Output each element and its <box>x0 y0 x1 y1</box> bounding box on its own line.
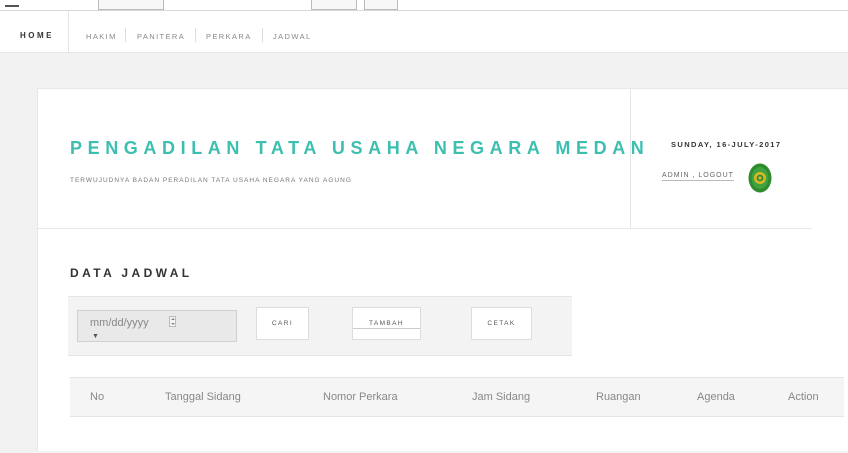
tambah-button[interactable]: TAMBAH <box>352 307 421 340</box>
top-control[interactable] <box>364 0 398 10</box>
column-header-nomor-perkara: Nomor Perkara <box>323 391 398 403</box>
jadwal-toolbar: mm/dd/yyyy ▼ CARI TAMBAH CETAK <box>68 296 572 356</box>
browser-top-strip <box>0 0 848 11</box>
nav-separator <box>262 28 263 42</box>
column-header-ruangan: Ruangan <box>596 391 641 403</box>
date-spinner-icon[interactable] <box>169 316 176 327</box>
date-filter-input[interactable]: mm/dd/yyyy ▼ <box>77 310 237 342</box>
nav-item-jadwal[interactable]: JADWAL <box>273 32 312 41</box>
nav-item-perkara[interactable]: PERKARA <box>206 32 252 41</box>
admin-logout-link[interactable]: ADMIN , LOGOUT <box>662 172 734 181</box>
column-header-jam-sidang: Jam Sidang <box>472 391 531 403</box>
menu-dash-icon <box>5 5 19 7</box>
court-emblem-icon <box>748 163 772 193</box>
nav-separator <box>125 28 126 42</box>
nav-item-hakim[interactable]: HAKIM <box>86 32 117 41</box>
header-user-panel: SUNDAY, 16-JULY-2017 ADMIN , LOGOUT <box>630 89 848 228</box>
top-navigation: HOME HAKIM PANITERA PERKARA JADWAL <box>0 11 848 53</box>
cetak-button[interactable]: CETAK <box>471 307 532 340</box>
main-card: PENGADILAN TATA USAHA NEGARA MEDAN TERWU… <box>37 88 848 451</box>
site-tagline: TERWUJUDNYA BADAN PERADILAN TATA USAHA N… <box>70 177 352 184</box>
column-header-agenda: Agenda <box>697 391 735 403</box>
date-placeholder: mm/dd/yyyy <box>90 317 149 329</box>
column-header-no: No <box>90 391 105 403</box>
table-header-row: No Tanggal Sidang Nomor Perkara Jam Sida… <box>70 377 844 417</box>
nav-home[interactable]: HOME <box>20 31 54 40</box>
current-date: SUNDAY, 16-JULY-2017 <box>671 140 782 149</box>
cari-button[interactable]: CARI <box>256 307 309 340</box>
nav-item-panitera[interactable]: PANITERA <box>137 32 185 41</box>
top-control[interactable] <box>98 0 164 10</box>
section-title: DATA JADWAL <box>70 266 193 280</box>
header-divider <box>38 228 812 229</box>
site-title: PENGADILAN TATA USAHA NEGARA MEDAN <box>70 138 650 158</box>
dropdown-arrow-icon[interactable]: ▼ <box>92 333 99 340</box>
column-header-action: Action <box>788 391 819 403</box>
nav-divider <box>68 11 69 52</box>
nav-separator <box>195 28 196 42</box>
column-header-tanggal-sidang: Tanggal Sidang <box>165 391 241 403</box>
top-control[interactable] <box>311 0 357 10</box>
